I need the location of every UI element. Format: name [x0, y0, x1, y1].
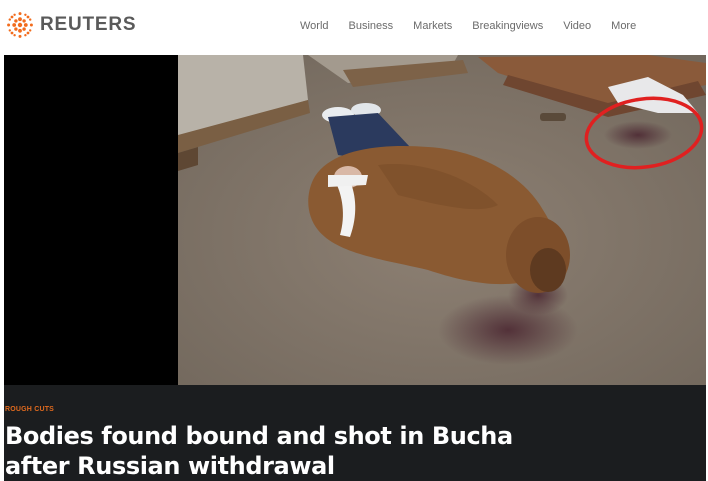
- site-header: REUTERS World Business Markets Breakingv…: [0, 0, 708, 52]
- reuters-logo[interactable]: REUTERS: [6, 11, 136, 39]
- article-headline[interactable]: Bodies found bound and shot in Bucha aft…: [5, 421, 565, 481]
- nav-world[interactable]: World: [300, 20, 329, 32]
- nav-video[interactable]: Video: [563, 20, 591, 32]
- main-nav: World Business Markets Breakingviews Vid…: [300, 20, 656, 32]
- reuters-dot-logo-icon: [7, 12, 33, 38]
- nav-business[interactable]: Business: [349, 20, 394, 32]
- video-still-frame: [178, 55, 706, 385]
- brand-name: REUTERS: [40, 14, 137, 35]
- video-player[interactable]: [4, 55, 706, 385]
- article-caption: ROUGH CUTS Bodies found bound and shot i…: [4, 385, 706, 481]
- nav-more[interactable]: More: [611, 20, 636, 32]
- nav-markets[interactable]: Markets: [413, 20, 452, 32]
- section-kicker[interactable]: ROUGH CUTS: [5, 406, 54, 413]
- nav-breakingviews[interactable]: Breakingviews: [472, 20, 543, 32]
